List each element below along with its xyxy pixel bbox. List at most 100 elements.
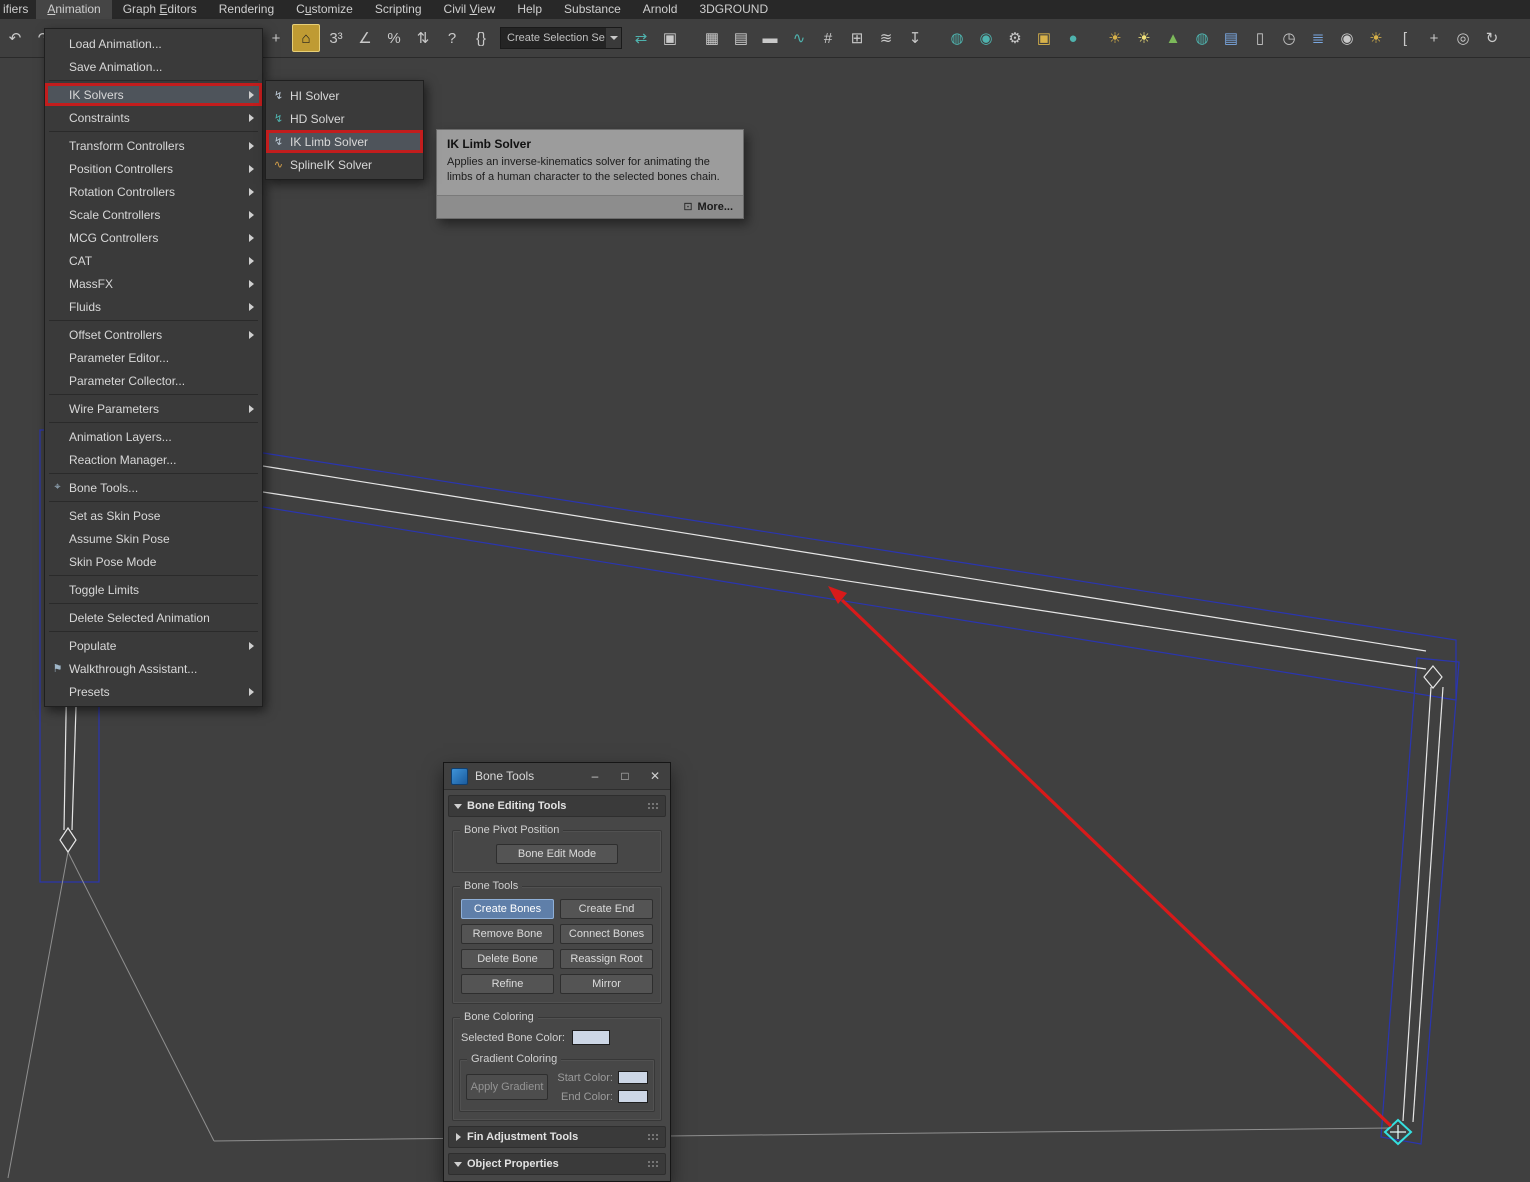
menu-item-delete-selected-animation[interactable]: Delete Selected Animation bbox=[45, 606, 262, 629]
menu-item-bone-tools[interactable]: ⌖ Bone Tools... bbox=[45, 476, 262, 499]
menubar-item-3dground[interactable]: 3DGROUND bbox=[688, 0, 779, 19]
combo-dropdown-arrow[interactable] bbox=[606, 28, 621, 48]
menubar-item-scripting[interactable]: Scripting bbox=[364, 0, 433, 19]
submenu-item-splineik-solver[interactable]: ∿ SplineIK Solver bbox=[266, 153, 423, 176]
submenu-item-hd-solver[interactable]: ↯ HD Solver bbox=[266, 107, 423, 130]
select-and-move-icon[interactable]: + bbox=[263, 25, 289, 51]
menu-item-skin-pose-mode[interactable]: Skin Pose Mode bbox=[45, 550, 262, 573]
menubar-item-graph-editors[interactable]: Graph Editors bbox=[112, 0, 208, 19]
reassign-root-button[interactable]: Reassign Root bbox=[560, 949, 653, 969]
menu-item-walkthrough-assistant[interactable]: ⚑ Walkthrough Assistant... bbox=[45, 657, 262, 680]
curve-editor-icon[interactable]: ∿ bbox=[786, 25, 812, 51]
rollout-fin-adjustment-tools[interactable]: Fin Adjustment Tools bbox=[448, 1126, 666, 1148]
spinner-snap-toggle-icon[interactable]: ⇅ bbox=[410, 25, 436, 51]
menu-item-parameter-collector[interactable]: Parameter Collector... bbox=[45, 369, 262, 392]
more-link[interactable]: More... bbox=[698, 201, 733, 213]
minimize-button[interactable]: – bbox=[580, 763, 610, 789]
menubar-item-help[interactable]: Help bbox=[506, 0, 553, 19]
menu-item-toggle-limits[interactable]: Toggle Limits bbox=[45, 578, 262, 601]
menu-item-mcg-controllers[interactable]: MCG Controllers bbox=[45, 226, 262, 249]
light-icon[interactable]: ☀ bbox=[1102, 25, 1128, 51]
menubar-item-civil-view[interactable]: Civil View bbox=[433, 0, 507, 19]
rotate-view-icon[interactable]: ↻ bbox=[1479, 25, 1505, 51]
undo-icon[interactable]: ↶ bbox=[2, 25, 28, 51]
menu-item-massfx[interactable]: MassFX bbox=[45, 272, 262, 295]
menu-item-animation-layers[interactable]: Animation Layers... bbox=[45, 425, 262, 448]
menubar-item-modifiers-partial[interactable]: ifiers bbox=[0, 0, 36, 19]
visibility-eye-icon[interactable]: ◉ bbox=[1334, 25, 1360, 51]
bulb-icon[interactable]: ☀ bbox=[1363, 25, 1389, 51]
menu-item-transform-controllers[interactable]: Transform Controllers bbox=[45, 134, 262, 157]
mirror-icon[interactable]: ⇄ bbox=[628, 25, 654, 51]
submenu-item-ik-limb-solver[interactable]: ↯ IK Limb Solver bbox=[266, 130, 423, 153]
menu-item-position-controllers[interactable]: Position Controllers bbox=[45, 157, 262, 180]
menu-item-load-animation[interactable]: Load Animation... bbox=[45, 32, 262, 55]
selected-bone-color-swatch[interactable] bbox=[572, 1030, 610, 1045]
menu-item-wire-parameters[interactable]: Wire Parameters bbox=[45, 397, 262, 420]
refine-button[interactable]: Refine bbox=[461, 974, 554, 994]
toggle-scene-explorer-icon[interactable]: ▦ bbox=[699, 25, 725, 51]
menu-item-constraints[interactable]: Constraints bbox=[45, 106, 262, 129]
bone-tools-titlebar[interactable]: Bone Tools – □ ✕ bbox=[444, 763, 670, 790]
menu-item-reaction-manager[interactable]: Reaction Manager... bbox=[45, 448, 262, 471]
bracket-tool-icon[interactable]: [ bbox=[1392, 25, 1418, 51]
remove-bone-button[interactable]: Remove Bone bbox=[461, 924, 554, 944]
menu-item-rotation-controllers[interactable]: Rotation Controllers bbox=[45, 180, 262, 203]
menubar-item-animation[interactable]: Animation bbox=[36, 0, 111, 19]
material-editor-icon[interactable]: ◍ bbox=[944, 25, 970, 51]
menu-item-save-animation[interactable]: Save Animation... bbox=[45, 55, 262, 78]
bone-chain-wireframe[interactable] bbox=[60, 432, 1443, 1122]
capture-animation-icon[interactable]: ↧ bbox=[902, 25, 928, 51]
schematic-view-icon[interactable]: # bbox=[815, 25, 841, 51]
menu-item-parameter-editor[interactable]: Parameter Editor... bbox=[45, 346, 262, 369]
bone-edit-mode-button[interactable]: Bone Edit Mode bbox=[496, 844, 618, 864]
pivot-icon[interactable]: ◎ bbox=[1450, 25, 1476, 51]
motion-mixer-icon[interactable]: ≋ bbox=[873, 25, 899, 51]
menubar-item-substance[interactable]: Substance bbox=[553, 0, 632, 19]
select-and-place-icon[interactable]: ⌂ bbox=[292, 24, 320, 52]
snaps-toggle-icon[interactable]: 3³ bbox=[323, 25, 349, 51]
notes-icon[interactable]: ▤ bbox=[1218, 25, 1244, 51]
menu-item-ik-solvers[interactable]: IK Solvers bbox=[45, 83, 262, 106]
connect-bones-button[interactable]: Connect Bones bbox=[560, 924, 653, 944]
rollout-bone-editing-tools[interactable]: Bone Editing Tools bbox=[448, 795, 666, 817]
vegetation-icon[interactable]: ▲ bbox=[1160, 25, 1186, 51]
rendered-frame-window-icon[interactable]: ▣ bbox=[1031, 25, 1057, 51]
angle-snap-toggle-icon[interactable]: ∠ bbox=[352, 25, 378, 51]
menubar-item-rendering[interactable]: Rendering bbox=[208, 0, 285, 19]
dope-sheet-icon[interactable]: ⊞ bbox=[844, 25, 870, 51]
named-selection-sets-combo[interactable]: Create Selection Se bbox=[500, 27, 622, 49]
time-configuration-icon[interactable]: ◷ bbox=[1276, 25, 1302, 51]
keyboard-shortcut-override-icon[interactable]: ? bbox=[439, 25, 465, 51]
data-stack-icon[interactable]: ≣ bbox=[1305, 25, 1331, 51]
apply-gradient-button[interactable]: Apply Gradient bbox=[466, 1074, 548, 1100]
page-layout-icon[interactable]: ▯ bbox=[1247, 25, 1273, 51]
menu-item-presets[interactable]: Presets bbox=[45, 680, 262, 703]
menu-item-fluids[interactable]: Fluids bbox=[45, 295, 262, 318]
end-color-swatch[interactable] bbox=[618, 1090, 648, 1103]
maximize-button[interactable]: □ bbox=[610, 763, 640, 789]
align-icon[interactable]: ▣ bbox=[657, 25, 683, 51]
menu-item-scale-controllers[interactable]: Scale Controllers bbox=[45, 203, 262, 226]
edit-named-selection-sets-icon[interactable]: {} bbox=[468, 25, 494, 51]
close-button[interactable]: ✕ bbox=[640, 763, 670, 789]
axis-constraints-icon[interactable]: + bbox=[1421, 25, 1447, 51]
compact-material-editor-icon[interactable]: ◉ bbox=[973, 25, 999, 51]
percent-snap-toggle-icon[interactable]: % bbox=[381, 25, 407, 51]
render-setup-icon[interactable]: ⚙ bbox=[1002, 25, 1028, 51]
sun-positioner-icon[interactable]: ☀ bbox=[1131, 25, 1157, 51]
delete-bone-button[interactable]: Delete Bone bbox=[461, 949, 554, 969]
submenu-item-hi-solver[interactable]: ↯ HI Solver bbox=[266, 84, 423, 107]
create-bones-button[interactable]: Create Bones bbox=[461, 899, 554, 919]
toggle-ribbon-icon[interactable]: ▬ bbox=[757, 25, 783, 51]
toolbar-separator[interactable] bbox=[686, 25, 696, 51]
menu-item-offset-controllers[interactable]: Offset Controllers bbox=[45, 323, 262, 346]
toolbar-separator[interactable] bbox=[931, 25, 941, 51]
menubar-item-customize[interactable]: Customize bbox=[285, 0, 364, 19]
start-color-swatch[interactable] bbox=[618, 1071, 648, 1084]
menu-item-assume-skin-pose[interactable]: Assume Skin Pose bbox=[45, 527, 262, 550]
menubar-item-arnold[interactable]: Arnold bbox=[632, 0, 689, 19]
toggle-layer-explorer-icon[interactable]: ▤ bbox=[728, 25, 754, 51]
menu-item-populate[interactable]: Populate bbox=[45, 634, 262, 657]
environment-globe-icon[interactable]: ◍ bbox=[1189, 25, 1215, 51]
